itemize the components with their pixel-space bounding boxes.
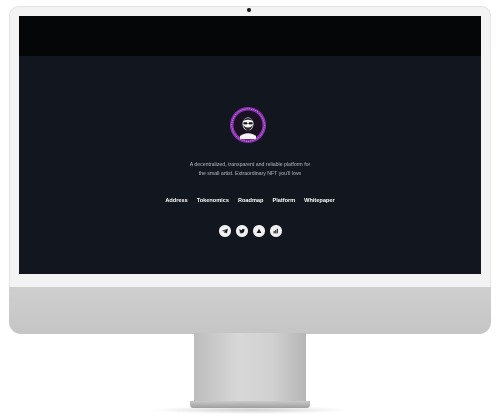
mascot-logo [230,107,266,143]
social-links [19,225,481,237]
dappradar-icon [256,228,261,233]
telegram-icon [221,228,228,234]
imac-mockup: A decentralized, transparent and reliabl… [0,0,500,418]
monitor-stand [194,333,306,403]
twitter-icon [238,228,245,234]
twitter-button[interactable] [235,225,248,237]
nav-link-tokenomics[interactable]: Tokenomics [197,198,229,204]
nav-link-whitepaper[interactable]: Whitepaper [304,198,334,204]
site-header-bar [19,16,481,56]
monitor-stand-base [190,401,310,408]
hero-tagline: A decentralized, transparent and reliabl… [19,161,481,179]
chart-button[interactable] [269,225,282,237]
camera-icon [247,8,251,12]
dappradar-button[interactable] [252,225,265,237]
telegram-button[interactable] [218,225,231,237]
chart-icon [273,228,278,234]
tagline-line-2: the small artist. Extraordinary NFT you'… [198,171,302,177]
monitor-chin [9,287,491,334]
website-screen: A decentralized, transparent and reliabl… [19,16,481,274]
nav-link-platform[interactable]: Platform [272,198,295,204]
nav-link-roadmap[interactable]: Roadmap [238,198,264,204]
main-nav: Address Tokenomics Roadmap Platform Whit… [19,198,481,204]
nav-link-address[interactable]: Address [165,198,187,204]
tagline-line-1: A decentralized, transparent and reliabl… [189,162,311,168]
